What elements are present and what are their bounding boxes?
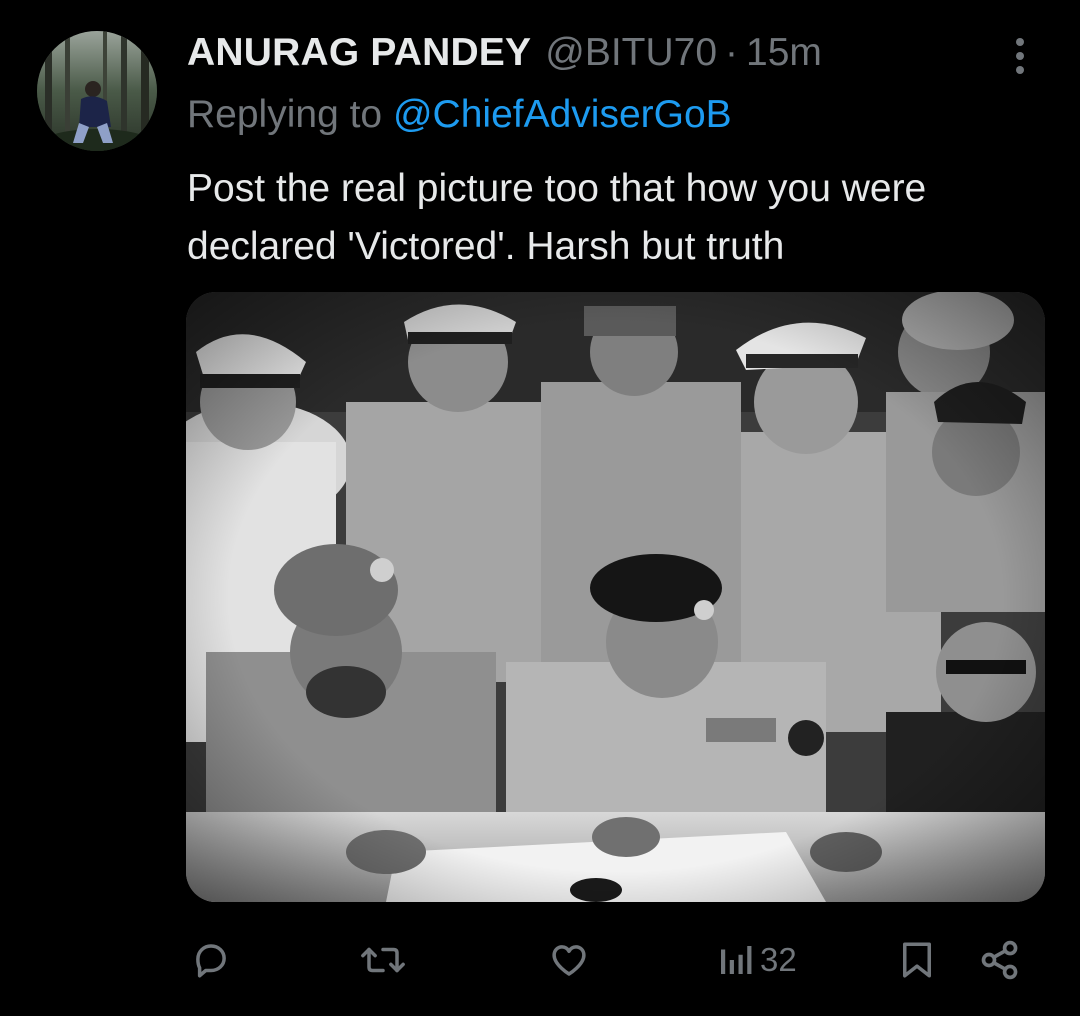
- photo-image: [186, 292, 1045, 902]
- share-icon: [981, 940, 1018, 980]
- reply-icon: [196, 944, 226, 978]
- bookmark-icon: [903, 942, 931, 978]
- timestamp[interactable]: 15m: [746, 28, 822, 78]
- views-count: 32: [760, 941, 797, 978]
- views-button[interactable]: 32: [716, 930, 797, 990]
- avatar-image: [37, 31, 157, 151]
- heart-icon: [552, 945, 586, 976]
- tweet-actions: 32: [0, 930, 1080, 990]
- reply-button[interactable]: [190, 930, 232, 990]
- tweet[interactable]: ANURAG PANDEY @BITU70 · 15m Replying to …: [0, 0, 1080, 1016]
- tweet-text: Post the real picture too that how you w…: [187, 167, 927, 268]
- more-dot-icon: [1016, 52, 1024, 60]
- tweet-header: ANURAG PANDEY @BITU70 · 15m: [187, 28, 822, 78]
- replying-to: Replying to @ChiefAdviserGoB: [187, 90, 732, 140]
- retweet-button[interactable]: [358, 930, 408, 990]
- share-button[interactable]: [978, 930, 1022, 990]
- replying-to-mention[interactable]: @ChiefAdviserGoB: [393, 93, 732, 136]
- more-options-button[interactable]: [1000, 36, 1040, 76]
- like-button[interactable]: [547, 930, 591, 990]
- views-bar-chart-icon: [721, 946, 752, 974]
- bookmark-button[interactable]: [898, 930, 936, 990]
- user-handle[interactable]: @BITU70: [545, 28, 717, 78]
- tweet-photo[interactable]: [186, 292, 1045, 902]
- separator-dot: ·: [725, 31, 739, 74]
- replying-to-label: Replying to: [187, 93, 383, 136]
- display-name[interactable]: ANURAG PANDEY: [187, 28, 531, 78]
- retweet-icon: [361, 947, 405, 973]
- more-dot-icon: [1016, 38, 1024, 46]
- avatar[interactable]: [37, 31, 157, 151]
- more-dot-icon: [1016, 66, 1024, 74]
